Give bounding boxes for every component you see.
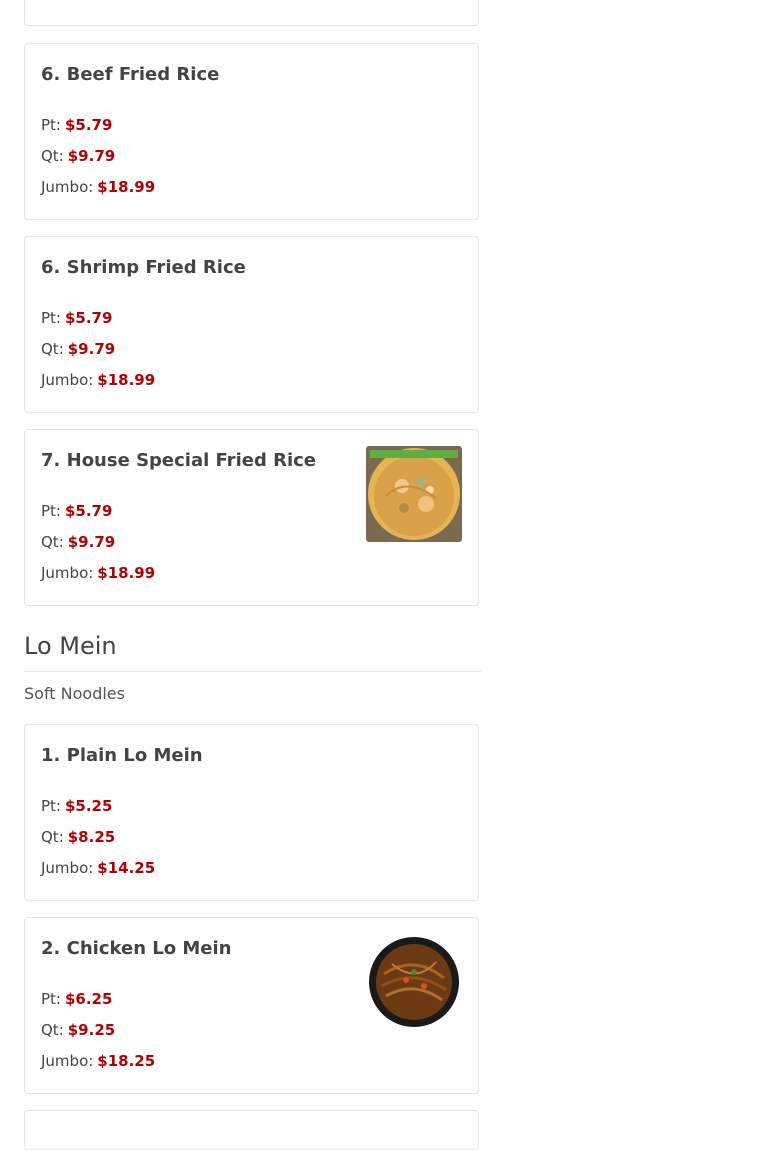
price-line-jumbo[interactable]: Jumbo: $18.99 xyxy=(41,178,155,196)
size-label: Qt: xyxy=(41,533,64,551)
section-title: Lo Mein xyxy=(24,632,117,660)
price-value: $5.79 xyxy=(64,309,113,327)
price-line-pt[interactable]: Pt: $5.79 xyxy=(41,309,112,327)
menu-item-card-partial[interactable] xyxy=(24,1110,479,1150)
price-line-jumbo[interactable]: Jumbo: $14.25 xyxy=(41,859,155,877)
menu-item-card[interactable]: 6. Shrimp Fried Rice Pt: $5.79 Qt: $9.79 J… xyxy=(24,236,479,413)
house-special-fried-rice-photo[interactable] xyxy=(366,446,462,542)
price-value: $6.25 xyxy=(64,990,113,1008)
size-label: Qt: xyxy=(41,147,64,165)
size-label: Pt: xyxy=(41,502,61,520)
menu-item-title: 6. Shrimp Fried Rice xyxy=(41,257,246,278)
price-line-jumbo[interactable]: Jumbo: $18.99 xyxy=(41,371,155,389)
size-label: Jumbo: xyxy=(41,1052,94,1070)
price-value: $14.25 xyxy=(97,859,156,877)
price-line-jumbo[interactable]: Jumbo: $18.99 xyxy=(41,564,155,582)
price-value: $9.79 xyxy=(67,533,116,551)
price-value: $5.25 xyxy=(64,797,113,815)
size-label: Qt: xyxy=(41,828,64,846)
size-label: Pt: xyxy=(41,990,61,1008)
price-value: $18.99 xyxy=(97,371,156,389)
menu-item-card[interactable]: 2. Chicken Lo Mein Pt: $6.25 Qt: $9.25 Jum… xyxy=(24,917,479,1094)
price-line-pt[interactable]: Pt: $5.25 xyxy=(41,797,112,815)
price-line-qt[interactable]: Qt: $9.25 xyxy=(41,1021,115,1039)
price-value: $18.99 xyxy=(97,178,156,196)
price-line-pt[interactable]: Pt: $6.25 xyxy=(41,990,112,1008)
size-label: Jumbo: xyxy=(41,371,94,389)
chicken-lo-mein-photo[interactable] xyxy=(366,934,462,1030)
price-value: $5.79 xyxy=(64,502,113,520)
section-divider xyxy=(24,671,481,672)
menu-item-title: 2. Chicken Lo Mein xyxy=(41,938,232,959)
price-value: $8.25 xyxy=(67,828,116,846)
menu-item-title: 1. Plain Lo Mein xyxy=(41,745,203,766)
price-line-qt[interactable]: Qt: $9.79 xyxy=(41,147,115,165)
price-line-qt[interactable]: Qt: $9.79 xyxy=(41,340,115,358)
menu-item-card[interactable]: 6. Beef Fried Rice Pt: $5.79 Qt: $9.79 Jum… xyxy=(24,43,479,220)
size-label: Pt: xyxy=(41,797,61,815)
price-value: $9.79 xyxy=(67,340,116,358)
price-value: $9.25 xyxy=(67,1021,116,1039)
price-line-pt[interactable]: Pt: $5.79 xyxy=(41,502,112,520)
size-label: Jumbo: xyxy=(41,859,94,877)
size-label: Qt: xyxy=(41,340,64,358)
price-value: $5.79 xyxy=(64,116,113,134)
price-line-pt[interactable]: Pt: $5.79 xyxy=(41,116,112,134)
price-line-qt[interactable]: Qt: $9.79 xyxy=(41,533,115,551)
menu-item-title: 7. House Special Fried Rice xyxy=(41,450,317,471)
menu-item-title: 6. Beef Fried Rice xyxy=(41,64,220,85)
section-subtitle: Soft Noodles xyxy=(24,684,125,703)
price-line-jumbo[interactable]: Jumbo: $18.25 xyxy=(41,1052,155,1070)
size-label: Pt: xyxy=(41,116,61,134)
price-value: $9.79 xyxy=(67,147,116,165)
size-label: Qt: xyxy=(41,1021,64,1039)
size-label: Pt: xyxy=(41,309,61,327)
price-line-qt[interactable]: Qt: $8.25 xyxy=(41,828,115,846)
menu-item-card[interactable]: 7. House Special Fried Rice Pt: $5.79 Qt:… xyxy=(24,429,479,606)
size-label: Jumbo: xyxy=(41,564,94,582)
menu-item-card-partial[interactable] xyxy=(24,0,479,26)
price-value: $18.25 xyxy=(97,1052,156,1070)
price-value: $18.99 xyxy=(97,564,156,582)
size-label: Jumbo: xyxy=(41,178,94,196)
menu-item-card[interactable]: 1. Plain Lo Mein Pt: $5.25 Qt: $8.25 Jumbo… xyxy=(24,724,479,901)
